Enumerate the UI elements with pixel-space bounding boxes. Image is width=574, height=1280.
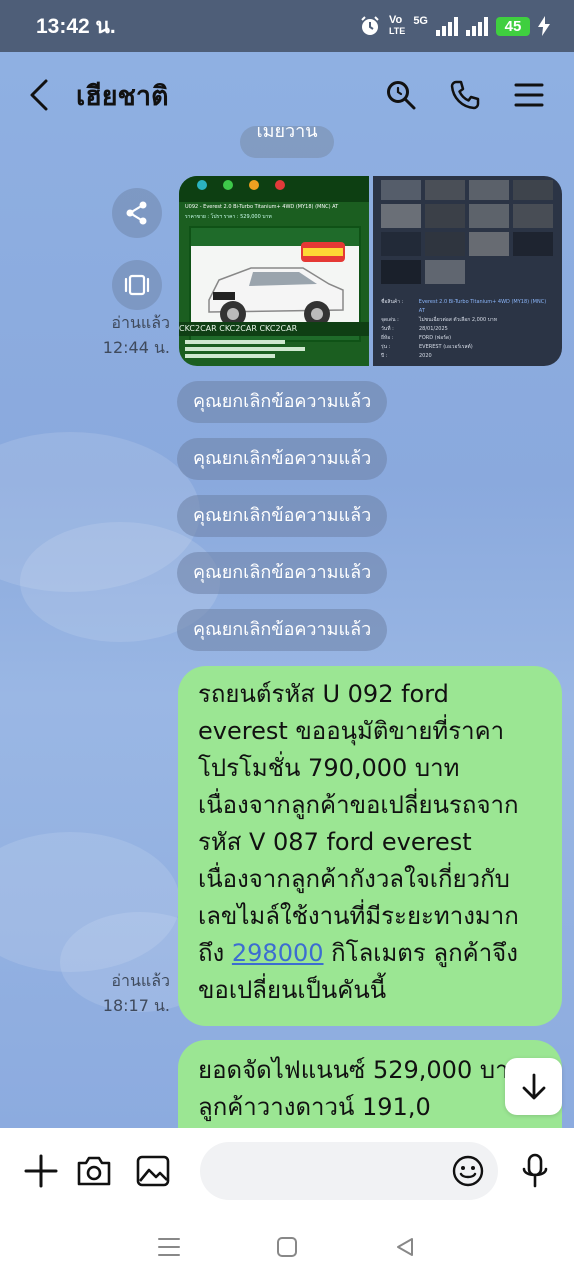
signal-icon-2 (466, 16, 488, 36)
cancelled-message: คุณยกเลิกข้อความแล้ว (177, 552, 388, 594)
microphone-icon (522, 1153, 548, 1188)
cancelled-message: คุณยกเลิกข้อความแล้ว (177, 438, 388, 480)
arrow-down-icon (522, 1073, 545, 1099)
message-time: 12:44 น. (102, 338, 170, 357)
message-input-bar (0, 1128, 574, 1214)
scroll-to-bottom-button[interactable] (505, 1058, 562, 1115)
watermark-banner: CKC2CAR CKC2CAR CKC2CAR (179, 322, 369, 336)
chat-title: เฮียชาติ (76, 80, 169, 112)
call-button[interactable] (448, 78, 482, 112)
message-link[interactable]: 298000 (232, 939, 324, 967)
cancelled-message: คุณยกเลิกข้อความแล้ว (177, 495, 388, 537)
message-meta: อ่านแล้ว 18:17 น. (96, 968, 170, 1018)
network-type: 5G (413, 15, 428, 27)
back-button[interactable] (28, 75, 56, 115)
listing-title: U092 - Everest 2.0 Bi-Turbo Titanium+ 4W… (185, 204, 339, 210)
message-text: รถยนต์รหัส U 092 ford everest ขออนุมัติข… (198, 680, 519, 967)
voice-button[interactable] (520, 1153, 550, 1189)
recent-apps-button[interactable] (154, 1232, 184, 1262)
car-listing-image[interactable]: U092 - Everest 2.0 Bi-Turbo Titanium+ 4W… (179, 176, 369, 366)
menu-button[interactable] (512, 78, 546, 112)
menu-icon (514, 83, 544, 107)
search-button[interactable] (384, 78, 418, 112)
status-bar: 13:42 น. Vo LTE 5G 45 (0, 0, 574, 52)
emoji-icon (452, 1155, 484, 1187)
date-separator: เมียวาน (240, 126, 334, 158)
signal-icon (436, 16, 458, 36)
message-text: ยอดจัดไฟแนนซ์ 529,000 บาท ลูกค้าวางดาวน์… (198, 1056, 525, 1121)
spec-table: ชื่อสินค้า : Everest 2.0 Bi-Turbo Titaniu… (381, 299, 547, 359)
image-icon (136, 1155, 170, 1187)
read-status: อ่านแล้ว (111, 313, 170, 332)
album-button[interactable] (112, 260, 162, 310)
home-icon (277, 1237, 297, 1257)
cancelled-message: คุณยกเลิกข้อความแล้ว (177, 381, 388, 423)
share-button[interactable] (112, 188, 162, 238)
message-input-wrapper (200, 1142, 498, 1200)
listing-price: ราคาขาย : โปรฯ ราคา : 529,000 บาท (185, 214, 272, 220)
image-message[interactable]: U092 - Everest 2.0 Bi-Turbo Titanium+ 4W… (179, 176, 562, 366)
recent-apps-icon (158, 1238, 180, 1256)
alarm-icon (361, 16, 379, 35)
search-icon (387, 81, 416, 110)
back-nav-icon (397, 1238, 413, 1256)
volte-indicator: Vo LTE (388, 14, 406, 37)
camera-button[interactable] (76, 1153, 112, 1189)
phone-icon (450, 80, 480, 110)
gallery-button[interactable] (136, 1153, 170, 1189)
message-time: 18:17 น. (102, 996, 170, 1015)
status-icons: Vo LTE 5G 45 (359, 15, 550, 37)
plus-icon (24, 1154, 58, 1188)
album-icon (124, 274, 150, 296)
charging-icon (538, 16, 550, 36)
battery-indicator: 45 (496, 16, 530, 36)
header-actions (384, 78, 546, 112)
back-icon (30, 79, 48, 111)
read-status: อ่านแล้ว (111, 971, 170, 990)
emoji-button[interactable] (452, 1155, 484, 1187)
add-button[interactable] (24, 1153, 58, 1189)
cancelled-message: คุณยกเลิกข้อความแล้ว (177, 609, 388, 651)
camera-icon (77, 1156, 111, 1186)
image-message-meta: อ่านแล้ว 12:44 น. (96, 310, 170, 360)
sent-message-bubble[interactable]: รถยนต์รหัส U 092 ford everest ขออนุมัติข… (178, 666, 562, 1026)
share-icon (126, 201, 147, 225)
status-time: 13:42 น. (36, 14, 116, 38)
photo-grid (381, 180, 553, 284)
system-navigation-bar (0, 1214, 574, 1280)
back-nav-button[interactable] (390, 1232, 420, 1262)
car-gallery-image[interactable]: ชื่อสินค้า : Everest 2.0 Bi-Turbo Titaniu… (373, 176, 562, 366)
home-button[interactable] (272, 1232, 302, 1262)
